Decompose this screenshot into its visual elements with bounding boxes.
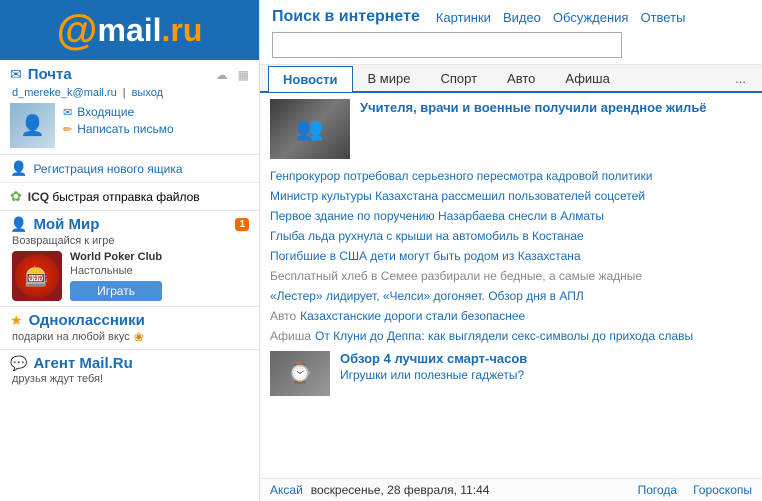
game-category: Настольные xyxy=(70,265,162,277)
logo-at: @ xyxy=(57,9,98,51)
logo-ru: .ru xyxy=(162,14,203,46)
news-prefix-auto: Авто xyxy=(270,309,296,323)
news-content: 👥 Учителя, врачи и военные получили арен… xyxy=(260,93,762,478)
bottom-story-thumbnail: ⌚ xyxy=(270,351,330,396)
avatar: 👤 xyxy=(10,103,55,148)
search-links: Картинки Видео Обсуждения Ответы xyxy=(436,10,686,25)
news-item[interactable]: «Лестер» лидирует, «Челси» догоняет. Обз… xyxy=(270,287,752,305)
top-story-link[interactable]: Учителя, врачи и военные получили арендн… xyxy=(360,99,707,159)
search-title: Поиск в интернете xyxy=(272,8,420,26)
search-area: Поиск в интернете Картинки Видео Обсужде… xyxy=(260,0,762,65)
icq-section: ✿ ICQ быстрая отправка файлов xyxy=(0,183,259,211)
register-link[interactable]: Регистрация нового ящика xyxy=(33,162,182,176)
bottom-story-text: Обзор 4 лучших смарт-часов Игрушки или п… xyxy=(340,351,527,396)
news-list: Генпрокурор потребовал серьезного пересм… xyxy=(270,167,752,345)
icq-text: ICQ быстрая отправка файлов xyxy=(28,190,200,204)
tab-world[interactable]: В мире xyxy=(353,65,426,91)
location-link[interactable]: Аксай xyxy=(270,483,303,497)
inbox-icon: ✉ xyxy=(63,106,72,119)
pochta-user-link[interactable]: d_mereke_k@mail.ru xyxy=(12,87,117,99)
cloud-icon: ☁ xyxy=(216,68,228,82)
news-item[interactable]: Генпрокурор потребовал серьезного пересм… xyxy=(270,167,752,185)
weather-link[interactable]: Погода xyxy=(638,483,678,497)
news-tabs: Новости В мире Спорт Авто Афиша ... xyxy=(260,65,762,93)
bottom-story-title-link[interactable]: Обзор 4 лучших смарт-часов xyxy=(340,351,527,366)
compose-link[interactable]: ✏ Написать письмо xyxy=(63,122,174,136)
separator: | xyxy=(123,87,126,99)
tab-sport[interactable]: Спорт xyxy=(425,65,492,91)
horoscope-link[interactable]: Гороскопы xyxy=(693,483,752,497)
bottom-story: ⌚ Обзор 4 лучших смарт-часов Игрушки или… xyxy=(270,351,752,396)
inbox-link[interactable]: ✉ Входящие xyxy=(63,105,174,119)
exit-link[interactable]: выход xyxy=(132,87,163,99)
ok-section: ★ Одноклассники подарки на любой вкус ❀ xyxy=(0,307,259,350)
ok-title[interactable]: Одноклассники xyxy=(29,312,145,329)
tab-auto[interactable]: Авто xyxy=(492,65,550,91)
news-item-afisha[interactable]: АфишаОт Клуни до Деппа: как выглядели се… xyxy=(270,327,752,345)
people-icon: 👥 xyxy=(296,116,323,142)
news-item[interactable]: Бесплатный хлеб в Семее разбирали не бед… xyxy=(270,267,752,285)
search-link-discussions[interactable]: Обсуждения xyxy=(553,10,629,25)
bottom-story-subtitle-link[interactable]: Игрушки или полезные гаджеты? xyxy=(340,368,527,382)
search-input[interactable] xyxy=(272,32,622,58)
tabs-more[interactable]: ... xyxy=(727,66,754,91)
logo-mail: mail xyxy=(98,14,162,46)
person-icon: 👤 xyxy=(10,160,27,177)
news-item-auto[interactable]: АвтоКазахстанские дороги стали безопасне… xyxy=(270,307,752,325)
search-link-answers[interactable]: Ответы xyxy=(640,10,685,25)
flower-icon: ❀ xyxy=(134,330,144,344)
news-item[interactable]: Первое здание по поручению Назарбаева сн… xyxy=(270,207,752,225)
icq-brand: ICQ xyxy=(28,190,49,204)
pochta-section: ✉ Почта ☁ ▦ d_mereke_k@mail.ru | выход 👤… xyxy=(0,60,259,155)
agent-section: 💬 Агент Mail.Ru друзья ждут тебя! xyxy=(0,350,259,390)
top-story-thumbnail: 👥 xyxy=(270,99,350,159)
date-text: воскресенье, 28 февраля, 11:44 xyxy=(311,483,490,497)
pochta-title: Почта xyxy=(28,66,72,83)
search-link-video[interactable]: Видео xyxy=(503,10,541,25)
poker-thumbnail: 🎰 xyxy=(12,251,62,301)
agent-subtitle: друзья ждут тебя! xyxy=(10,373,249,385)
registration-section: 👤 Регистрация нового ящика xyxy=(0,155,259,183)
logo: @ mail .ru xyxy=(0,0,259,60)
pencil-icon: ✏ xyxy=(63,123,72,136)
mir-subtitle: Возвращайся к игре xyxy=(10,235,249,247)
agent-title[interactable]: Агент Mail.Ru xyxy=(33,355,132,372)
mail-envelope-icon: ✉ xyxy=(10,66,22,83)
grid-icon: ▦ xyxy=(238,68,249,82)
news-item[interactable]: Министр культуры Казахстана рассмешил по… xyxy=(270,187,752,205)
content-area: Поиск в интернете Картинки Видео Обсужде… xyxy=(260,0,762,501)
top-story: 👥 Учителя, врачи и военные получили арен… xyxy=(270,99,752,159)
sidebar: @ mail .ru ✉ Почта ☁ ▦ d_mereke_k@mail.r… xyxy=(0,0,260,501)
ok-subtitle-text: подарки на любой вкус xyxy=(12,331,130,343)
location-bar: Аксай воскресенье, 28 февраля, 11:44 Пог… xyxy=(260,478,762,501)
mir-title[interactable]: Мой Мир xyxy=(33,216,99,233)
agent-icon: 💬 xyxy=(10,355,27,372)
tab-afisha[interactable]: Афиша xyxy=(550,65,624,91)
game-title: World Poker Club xyxy=(70,251,162,263)
poker-icon: 🎰 xyxy=(25,264,50,289)
ok-icon: ★ xyxy=(10,312,23,329)
news-item[interactable]: Глыба льда рухнула с крыши на автомобиль… xyxy=(270,227,752,245)
mir-icon: 👤 xyxy=(10,216,27,233)
news-prefix-afisha: Афиша xyxy=(270,329,311,343)
mir-badge: 1 xyxy=(235,218,249,231)
news-item[interactable]: Погибшие в США дети могут быть родом из … xyxy=(270,247,752,265)
mir-section: 👤 Мой Мир 1 Возвращайся к игре 🎰 World P… xyxy=(0,211,259,307)
search-link-pictures[interactable]: Картинки xyxy=(436,10,491,25)
watch-icon: ⌚ xyxy=(288,361,313,386)
icq-desc: быстрая отправка файлов xyxy=(52,190,199,204)
icq-icon: ✿ xyxy=(10,188,22,205)
play-button[interactable]: Играть xyxy=(70,281,162,301)
tab-news[interactable]: Новости xyxy=(268,66,353,92)
